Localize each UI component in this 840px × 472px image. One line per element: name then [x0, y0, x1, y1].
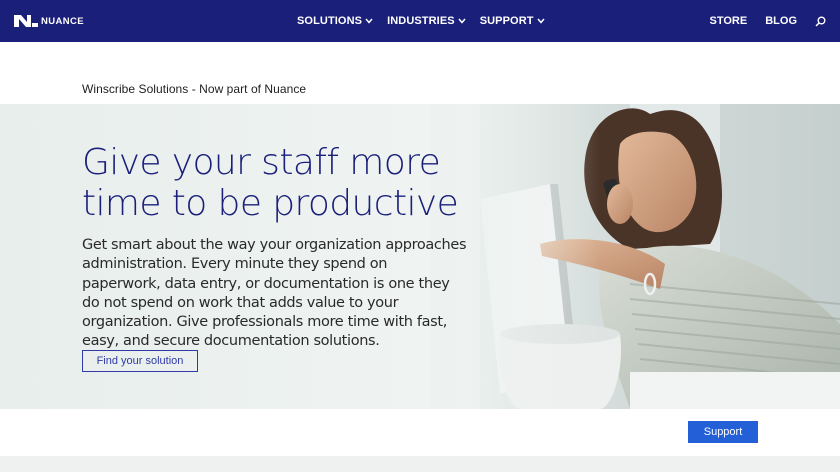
chevron-down-icon [365, 18, 373, 24]
chevron-down-icon [458, 18, 466, 24]
nuance-logo-mark-icon [14, 15, 38, 27]
bottom-section-band [0, 456, 840, 472]
nav-item-label: INDUSTRIES [387, 15, 455, 27]
nav-item-solutions[interactable]: SOLUTIONS [297, 15, 373, 27]
blog-link[interactable]: BLOG [765, 15, 797, 27]
nav-item-support[interactable]: SUPPORT [480, 15, 545, 27]
search-icon[interactable] [815, 16, 826, 27]
nav-item-industries[interactable]: INDUSTRIES [387, 15, 466, 27]
chevron-down-icon [537, 18, 545, 24]
logo-text: NUANCE [41, 15, 85, 27]
utility-menu: STORE BLOG [710, 0, 826, 42]
nav-item-label: SUPPORT [479, 15, 534, 27]
hero-title: Give your staff more time to be producti… [82, 142, 459, 224]
hero-description: Get smart about the way your organizatio… [82, 237, 467, 350]
main-menu: SOLUTIONS INDUSTRIES SUPPORT [297, 0, 545, 42]
store-link[interactable]: STORE [710, 15, 748, 27]
find-your-solution-button[interactable]: Find your solution [82, 350, 198, 372]
nuance-logo[interactable]: NUANCE [14, 12, 84, 30]
top-navigation-bar: NUANCE SOLUTIONS INDUSTRIES SUPPORT STOR… [0, 0, 840, 42]
page-subtitle: Winscribe Solutions - Now part of Nuance [82, 82, 307, 96]
nav-item-label: SOLUTIONS [297, 15, 363, 27]
support-button[interactable]: Support [688, 421, 758, 443]
